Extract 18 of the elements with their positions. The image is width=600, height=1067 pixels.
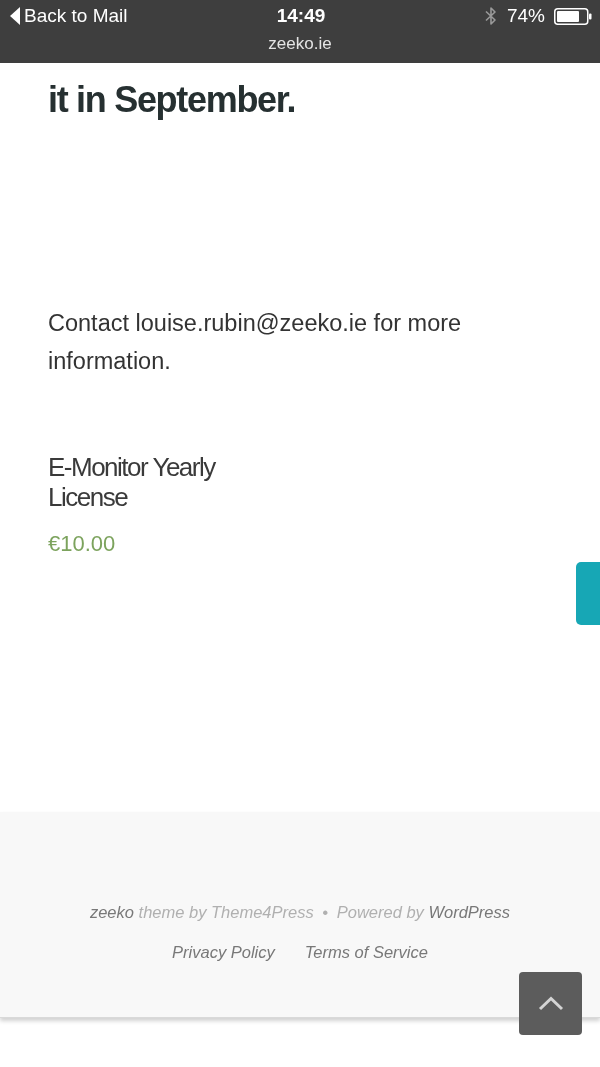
back-to-mail-button[interactable]: Back to Mail xyxy=(10,4,128,28)
address-url[interactable]: zeeko.ie xyxy=(268,32,332,56)
footer-credits: zeeko theme by Theme4Press • Powered by WordPress xyxy=(89,902,511,923)
battery-icon xyxy=(554,7,592,25)
product-title[interactable]: E-Monitor Yearly License xyxy=(48,452,278,512)
contact-paragraph: Contact louise.rubin@zeeko.ie for more information. xyxy=(48,309,463,376)
chevron-up-icon xyxy=(537,996,564,1011)
scroll-to-top-button[interactable] xyxy=(519,972,582,1035)
footer-link[interactable]: zeeko xyxy=(89,903,134,921)
article-heading: it in September. xyxy=(48,78,297,122)
bluetooth-icon xyxy=(484,5,498,27)
footer-menu-link[interactable]: Privacy Policy xyxy=(172,932,275,972)
clock-time: 14:49 xyxy=(276,4,326,28)
back-triangle-icon xyxy=(10,7,20,25)
footer-menu-link[interactable]: Terms of Service xyxy=(304,932,428,972)
product-price: €10.00 xyxy=(48,530,117,558)
battery-percentage: 74% xyxy=(507,4,545,28)
footer-link[interactable]: WordPress xyxy=(428,903,511,921)
